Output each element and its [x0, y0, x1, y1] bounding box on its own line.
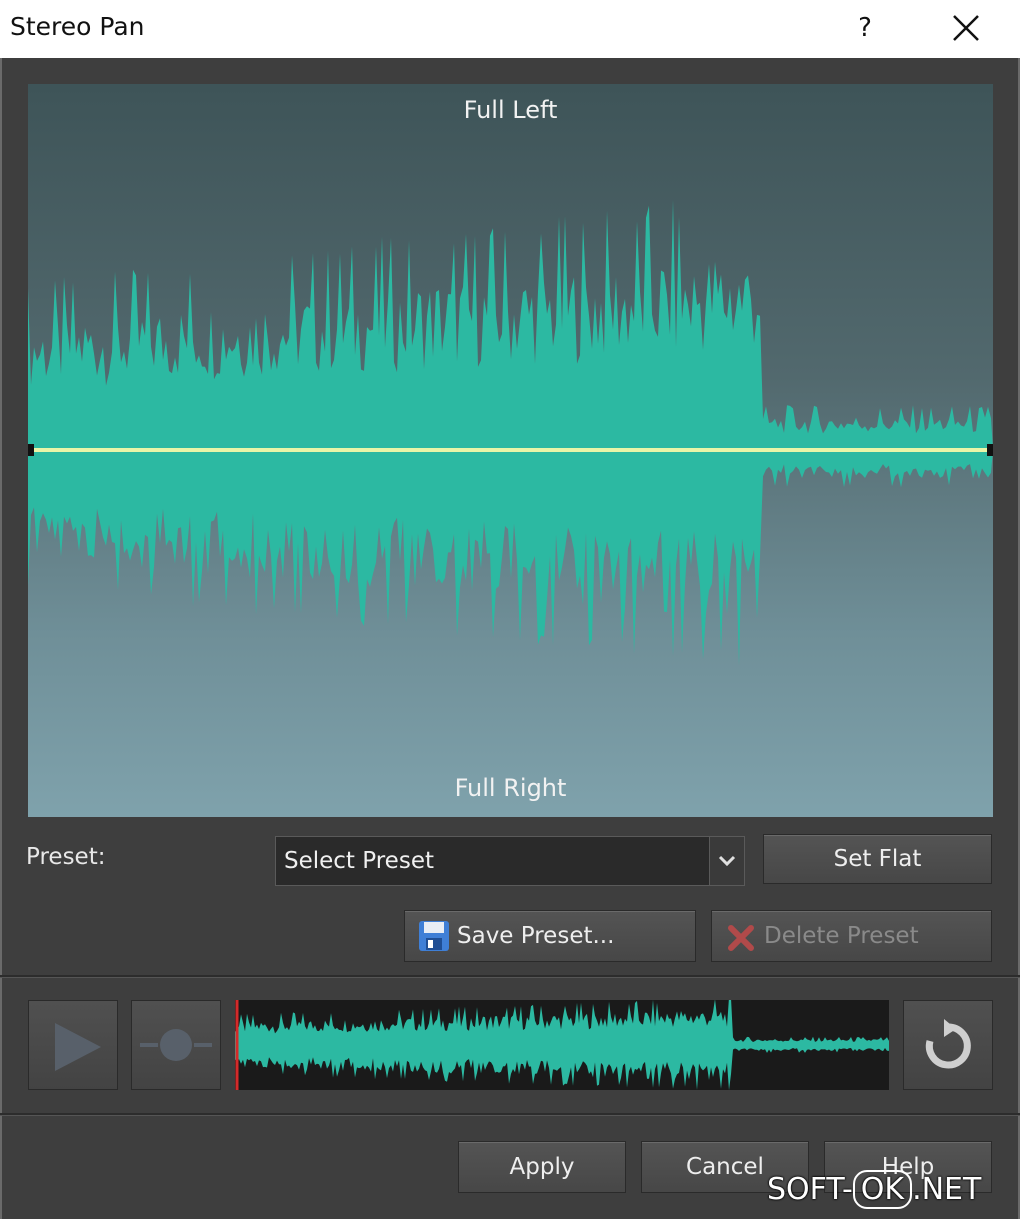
preset-select[interactable]: Select Preset [275, 836, 745, 886]
watermark-suffix: .NET [912, 1172, 982, 1207]
help-icon[interactable]: ? [850, 10, 880, 46]
loop-button[interactable] [903, 1000, 993, 1090]
watermark-prefix: SOFT- [767, 1172, 853, 1207]
loop-icon [904, 1019, 992, 1093]
apply-label: Apply [509, 1154, 575, 1180]
full-left-label: Full Left [463, 96, 558, 124]
floppy-icon [417, 919, 451, 953]
preset-label: Preset: [26, 844, 106, 870]
set-flat-label: Set Flat [833, 846, 922, 872]
window-title: Stereo Pan [10, 12, 145, 41]
divider [0, 975, 1020, 978]
envelope-start-handle[interactable] [28, 444, 34, 456]
overview-waveform-shape [235, 1000, 889, 1090]
delete-preset-button[interactable]: Delete Preset [711, 910, 992, 962]
waveform-shape [28, 199, 993, 666]
delete-preset-label: Delete Preset [764, 923, 919, 949]
pan-envelope-graph[interactable]: Full Left Full Right [28, 84, 993, 817]
watermark-ok: OK [852, 1170, 913, 1209]
overview-waveform[interactable] [235, 1000, 889, 1090]
overview-waveform-display [235, 1000, 889, 1090]
set-flat-button[interactable]: Set Flat [763, 834, 992, 884]
preset-select-value: Select Preset [284, 848, 434, 874]
x-icon [726, 921, 756, 951]
play-button[interactable] [28, 1000, 118, 1090]
close-icon[interactable] [946, 10, 986, 48]
save-preset-label: Save Preset... [457, 923, 615, 949]
title-bar: Stereo Pan ? [0, 0, 1020, 59]
divider [0, 1113, 1020, 1116]
waveform-display [28, 199, 993, 666]
record-button[interactable] [131, 1000, 221, 1090]
envelope-end-handle[interactable] [987, 444, 993, 456]
watermark: SOFT- OK .NET [767, 1170, 981, 1209]
play-icon [29, 1023, 117, 1093]
record-icon [132, 1029, 220, 1093]
apply-button[interactable]: Apply [458, 1141, 626, 1193]
cancel-label: Cancel [686, 1154, 764, 1180]
chevron-down-icon[interactable] [709, 837, 744, 885]
save-preset-button[interactable]: Save Preset... [404, 910, 696, 962]
full-right-label: Full Right [454, 774, 567, 802]
